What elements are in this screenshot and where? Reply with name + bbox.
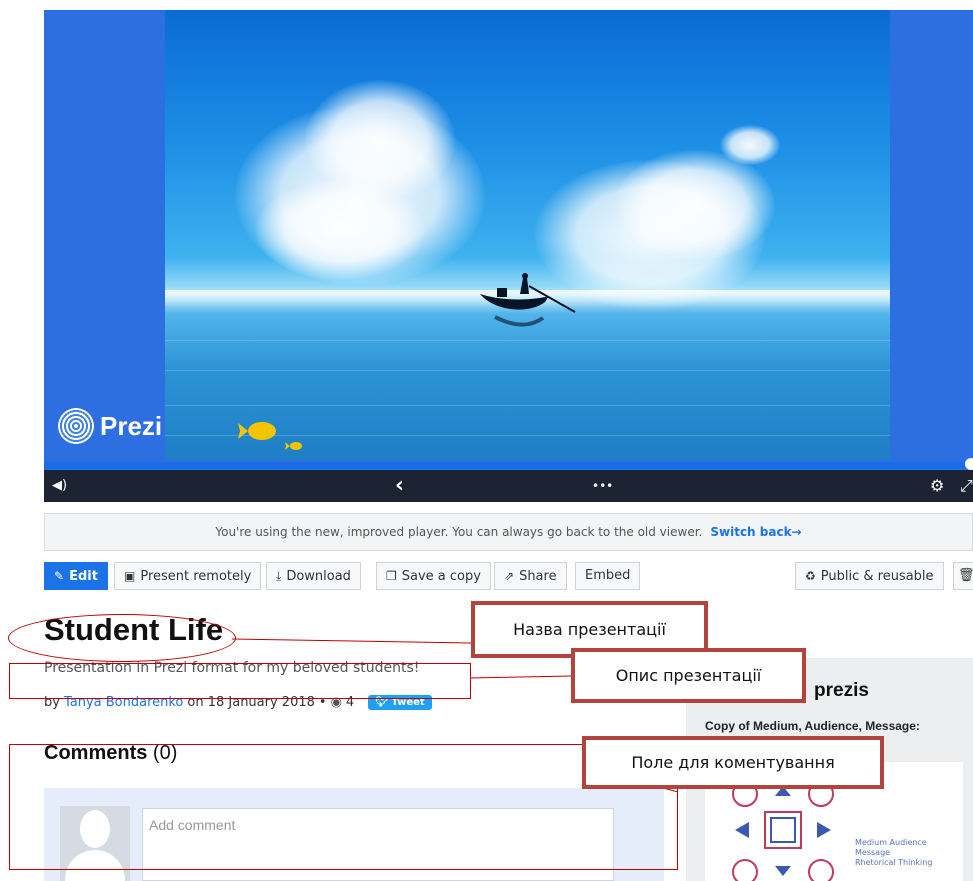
description-annotation-label: Опис презентації [571,648,806,703]
comment-annotation-label: Поле для коментування [582,736,884,789]
comments-highlight-box [9,744,678,870]
description-highlight-box [9,663,471,699]
